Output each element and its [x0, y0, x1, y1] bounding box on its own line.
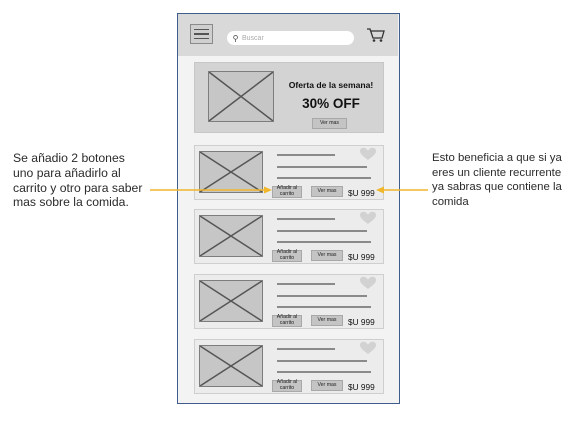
- arrow-right-head: [376, 186, 384, 194]
- annotation-arrows: [150, 186, 428, 194]
- arrow-left-head: [264, 186, 272, 194]
